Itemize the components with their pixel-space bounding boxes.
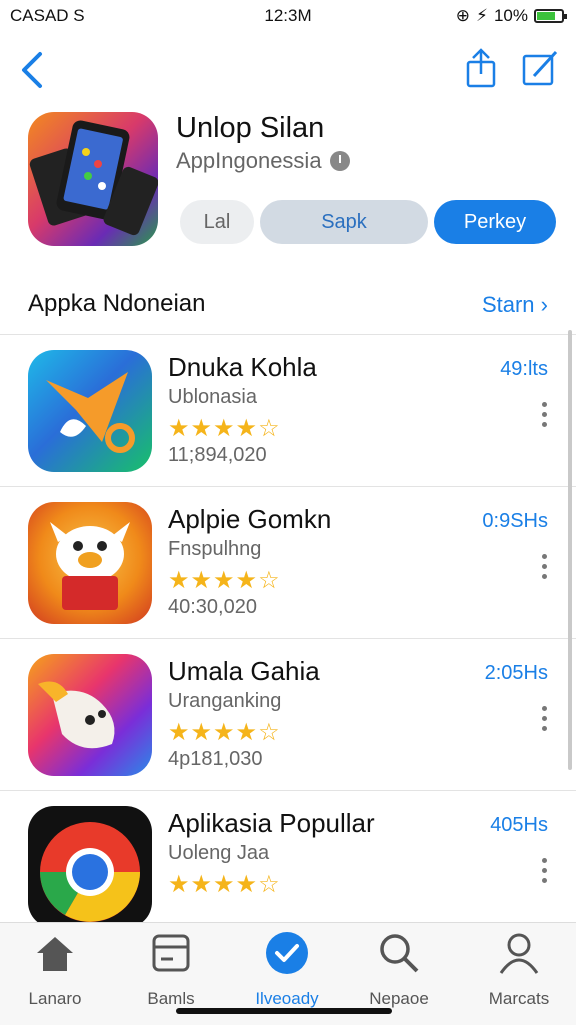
star-rating: ★★★★☆: [168, 871, 281, 898]
tab-updates[interactable]: Ilveoady: [232, 931, 342, 1015]
app-size: 0:9SHs: [482, 510, 548, 532]
more-options-icon[interactable]: [540, 402, 548, 432]
app-icon: [28, 806, 152, 928]
app-name: Aplpie Gomkn: [168, 504, 332, 534]
more-options-icon[interactable]: [540, 554, 548, 584]
home-icon: [33, 931, 77, 975]
location-icon: ⊕: [455, 6, 471, 25]
divider: [0, 638, 576, 639]
phones-illustration-icon: [29, 120, 158, 236]
app-size: 405Hs: [490, 814, 548, 836]
creature-icon: [38, 681, 115, 749]
compose-icon: [522, 50, 558, 86]
chevron-left-icon: [22, 52, 42, 88]
compose-button[interactable]: [520, 48, 560, 88]
app-name: Aplikasia Popullar: [168, 808, 375, 838]
tab-label: Bamls: [147, 989, 195, 1008]
divider: [0, 334, 576, 335]
see-all-link[interactable]: Starn ›: [482, 292, 548, 318]
battery-percent: 10%: [493, 6, 528, 25]
mascot-icon: [50, 522, 130, 610]
divider: [0, 486, 576, 487]
app-size: 2:05Hs: [484, 662, 548, 684]
section-title: Appka Ndoneian: [28, 290, 206, 317]
app-subtitle: Uranganking: [168, 690, 282, 712]
pill-button-2[interactable]: Sapk: [260, 200, 428, 244]
app-subtitle: Ublonasia: [168, 386, 257, 408]
calendar-icon: [149, 931, 193, 975]
back-button[interactable]: [14, 48, 54, 92]
more-options-icon[interactable]: [540, 858, 548, 888]
person-icon: [497, 931, 541, 975]
browser-logo-icon: [40, 822, 140, 922]
info-icon[interactable]: [329, 151, 350, 171]
tab-home[interactable]: Lanaro: [0, 931, 110, 1015]
nav-bar: [0, 40, 576, 100]
get-button[interactable]: Perkey: [434, 200, 556, 244]
developer-name[interactable]: AppIngonessia: [176, 148, 322, 174]
tab-account[interactable]: Marcats: [464, 931, 574, 1015]
search-icon: [377, 931, 421, 975]
app-subtitle: Fnspulhng: [168, 538, 262, 560]
star-rating: ★★★★☆: [168, 719, 281, 746]
rating-count: 4p181,030: [168, 748, 263, 770]
app-size: 49:lts: [500, 358, 548, 380]
see-all-label: Starn: [481, 292, 535, 317]
share-button[interactable]: [462, 48, 500, 88]
rating-count: 40:30,020: [168, 596, 257, 618]
share-icon: [466, 48, 496, 88]
app-subtitle: Uoleng Jaa: [168, 842, 270, 864]
rating-count: 11;894,020: [168, 444, 267, 466]
app-developer: AppIngonessia: [176, 148, 350, 174]
tab-label: Marcats: [488, 989, 550, 1008]
list-item[interactable]: Aplpie Gomkn Fnspulhng ★★★★☆ 40:30,020 0…: [0, 488, 576, 638]
arrow-logo-icon: [46, 372, 135, 453]
tab-label: Lanaro: [28, 989, 82, 1008]
app-name: Umala Gahia: [168, 656, 320, 686]
app-icon: [28, 654, 152, 776]
status-bar: CASAD S 12:3M ⊕ ⚡ 10%: [0, 0, 576, 32]
chevron-right-icon: ›: [540, 292, 548, 317]
scrollbar[interactable]: [568, 330, 572, 770]
list-item[interactable]: Aplikasia Popullar Uoleng Jaa ★★★★☆ 405H…: [0, 792, 576, 942]
battery-icon: [534, 9, 567, 23]
app-icon: [28, 502, 152, 624]
app-title: Unlop Silan: [176, 112, 325, 144]
star-rating: ★★★★☆: [168, 567, 281, 594]
checkmark-icon: [265, 931, 309, 975]
app-icon: [28, 350, 152, 472]
tab-label: Ilveoady: [255, 989, 319, 1008]
list-item[interactable]: Umala Gahia Uranganking ★★★★☆ 4p181,030 …: [0, 640, 576, 790]
tab-label: Nepaoe: [369, 989, 429, 1008]
status-right: ⊕ ⚡ 10%: [455, 6, 567, 26]
star-rating: ★★★★☆: [168, 415, 281, 442]
app-name: Dnuka Kohla: [168, 352, 317, 382]
tab-games[interactable]: Bamls: [116, 931, 226, 1015]
app-icon[interactable]: [28, 112, 158, 246]
home-indicator[interactable]: [176, 1008, 392, 1014]
signal-icon: ⚡: [476, 6, 488, 25]
tab-search[interactable]: Nepaoe: [344, 931, 454, 1015]
divider: [0, 790, 576, 791]
pill-button-1[interactable]: Lal: [180, 200, 254, 244]
list-item[interactable]: Dnuka Kohla Ublonasia ★★★★☆ 11;894,020 4…: [0, 336, 576, 486]
more-options-icon[interactable]: [540, 706, 548, 736]
